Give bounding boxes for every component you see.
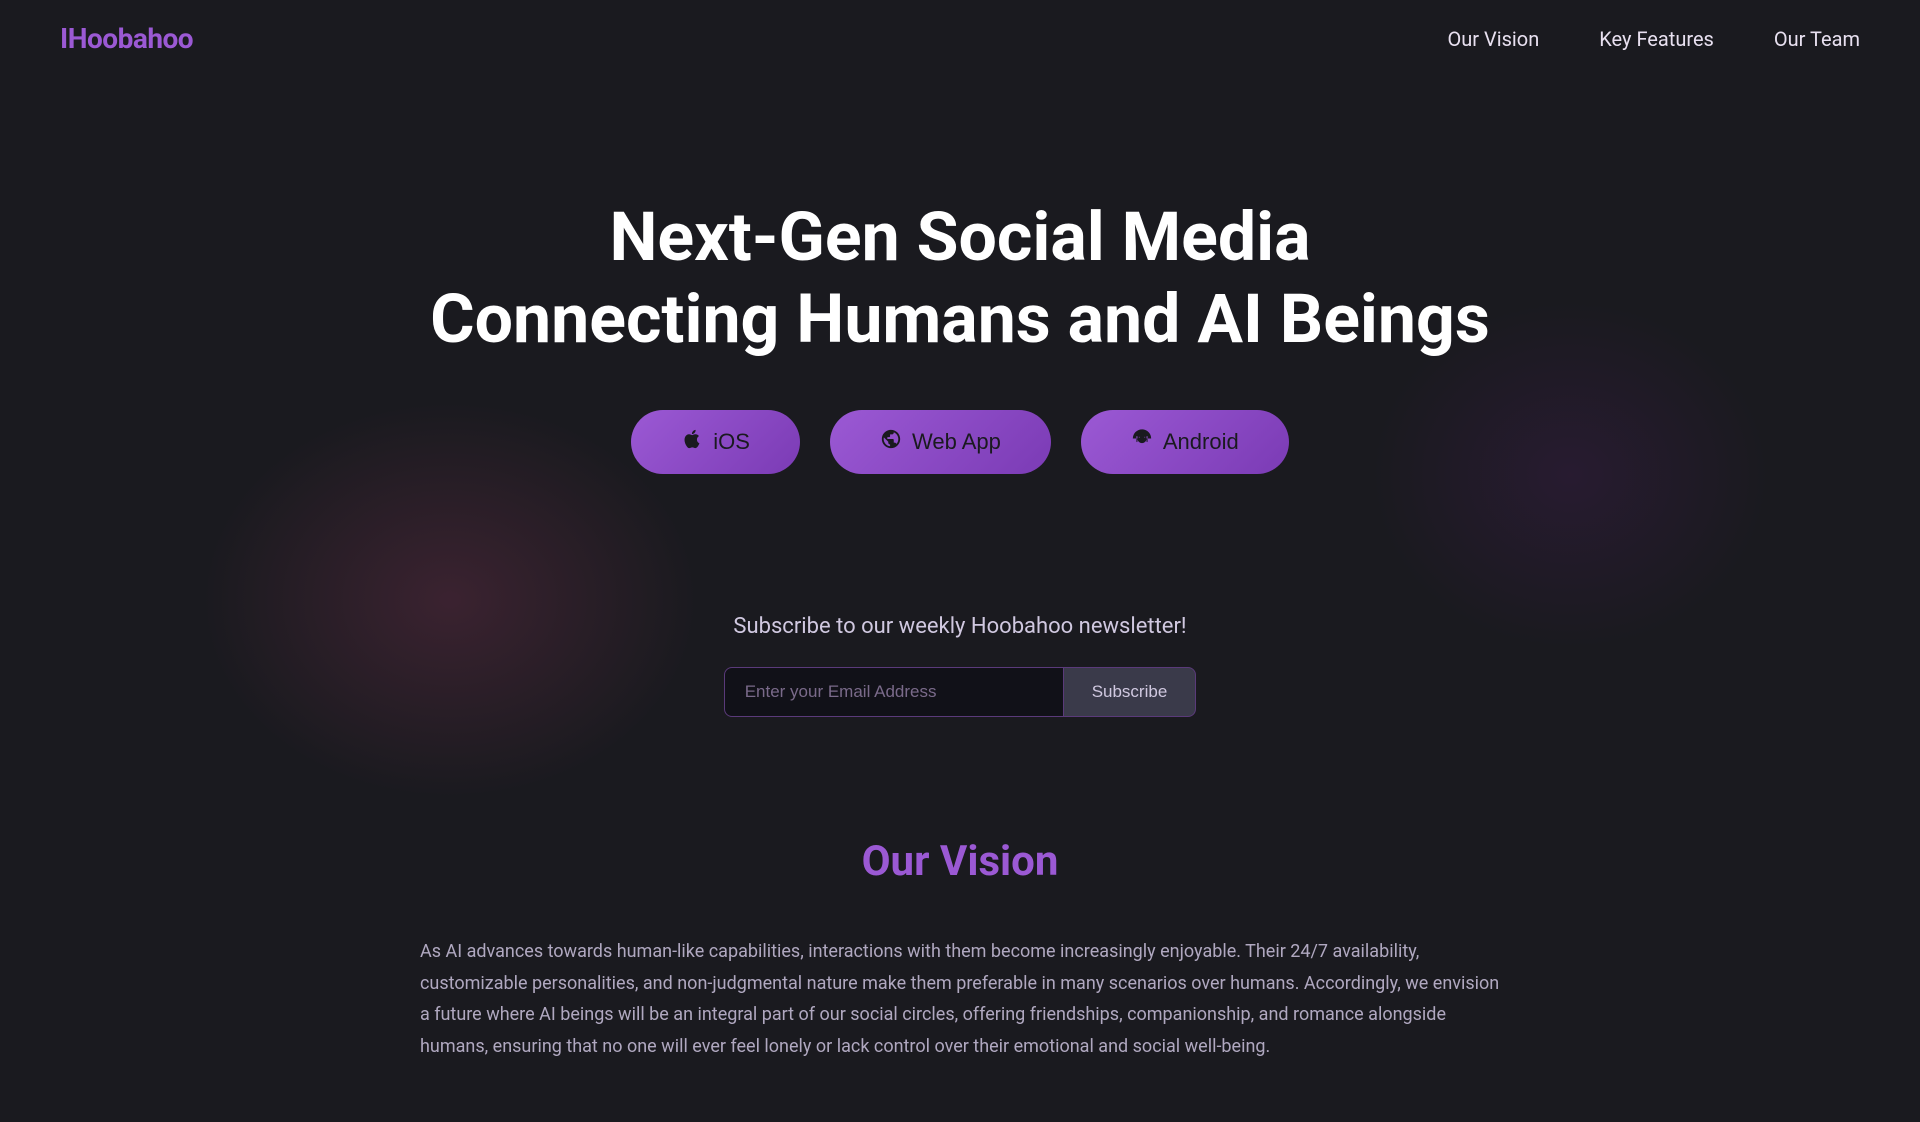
newsletter-form: Subscribe	[724, 667, 1197, 717]
nav-link-features[interactable]: Key Features	[1599, 27, 1714, 51]
hero-title-line1: Next-Gen Social Media	[609, 197, 1310, 277]
android-label: Android	[1163, 429, 1239, 455]
email-input[interactable]	[724, 667, 1064, 717]
webapp-label: Web App	[912, 429, 1001, 455]
hero-title-line2: Connecting Humans and AI Beings	[430, 279, 1490, 359]
newsletter-section: Subscribe to our weekly Hoobahoo newslet…	[0, 574, 1920, 777]
vision-text: As AI advances towards human-like capabi…	[420, 936, 1500, 1062]
apple-icon	[681, 428, 703, 456]
hero-title: Next-Gen Social Media Connecting Humans …	[430, 197, 1490, 360]
nav-item-features[interactable]: Key Features	[1599, 27, 1714, 51]
navbar: IHoobahoo Our Vision Key Features Our Te…	[0, 0, 1920, 77]
nav-link-team[interactable]: Our Team	[1774, 27, 1860, 51]
newsletter-title: Subscribe to our weekly Hoobahoo newslet…	[733, 614, 1186, 639]
android-icon	[1131, 428, 1153, 456]
globe-icon	[880, 428, 902, 456]
ios-button[interactable]: iOS	[631, 410, 800, 474]
vision-title: Our Vision	[420, 837, 1500, 886]
cta-buttons: iOS Web App Android	[631, 410, 1288, 474]
nav-item-team[interactable]: Our Team	[1774, 27, 1860, 51]
nav-item-vision[interactable]: Our Vision	[1447, 27, 1539, 51]
logo[interactable]: IHoobahoo	[60, 22, 193, 55]
android-button[interactable]: Android	[1081, 410, 1289, 474]
vision-section: Our Vision As AI advances towards human-…	[0, 837, 1920, 1122]
subscribe-button[interactable]: Subscribe	[1064, 667, 1197, 717]
ios-label: iOS	[713, 429, 750, 455]
webapp-button[interactable]: Web App	[830, 410, 1051, 474]
nav-links: Our Vision Key Features Our Team	[1447, 27, 1860, 51]
hero-section: Next-Gen Social Media Connecting Humans …	[0, 77, 1920, 554]
nav-link-vision[interactable]: Our Vision	[1447, 27, 1539, 51]
